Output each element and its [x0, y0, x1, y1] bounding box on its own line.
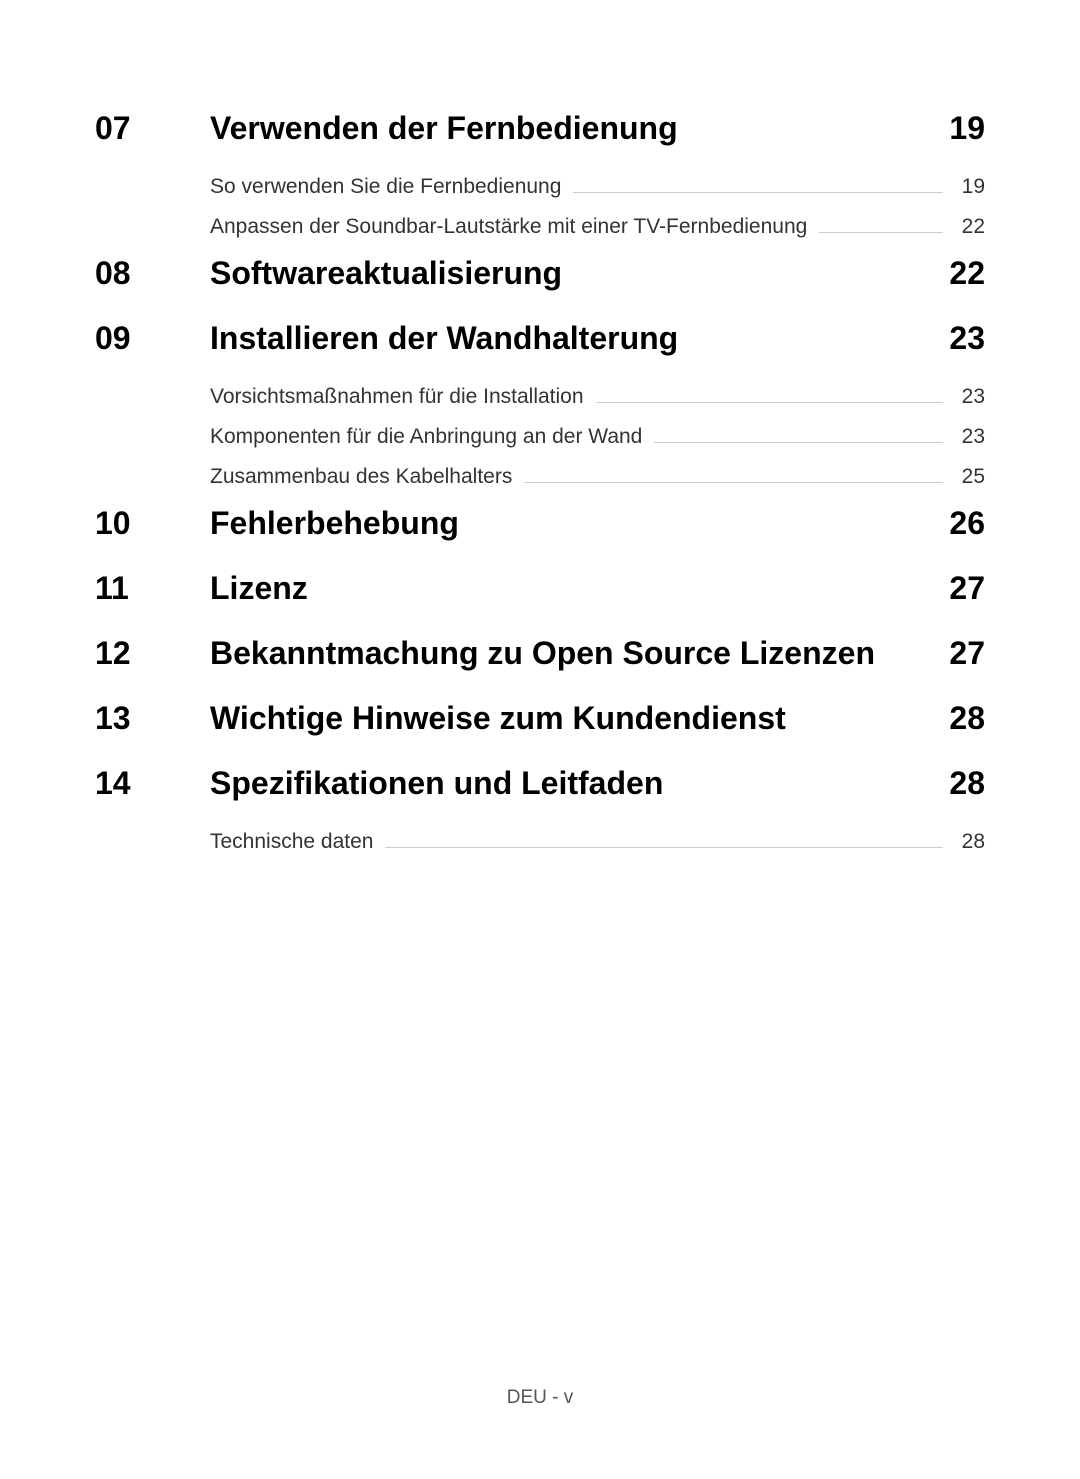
section-title: Fehlerbehebung — [210, 505, 949, 542]
section-page: 22 — [949, 255, 985, 292]
section-number: 08 — [95, 255, 210, 292]
sub-entry-title: Zusammenbau des Kabelhalters — [210, 465, 512, 489]
page-footer: DEU - v — [0, 1387, 1080, 1409]
section-page: 23 — [949, 320, 985, 357]
sub-entry-title: Technische daten — [210, 830, 373, 854]
toc-section: 08 Softwareaktualisierung 22 — [95, 255, 985, 292]
section-page: 28 — [949, 700, 985, 737]
toc-section-header[interactable]: 09 Installieren der Wandhalterung 23 — [95, 320, 985, 357]
section-number: 07 — [95, 110, 210, 147]
section-title: Installieren der Wandhalterung — [210, 320, 949, 357]
toc-section: 12 Bekanntmachung zu Open Source Lizenze… — [95, 635, 985, 672]
toc-sub-entry[interactable]: Zusammenbau des Kabelhalters 25 — [210, 465, 985, 489]
leader-line — [819, 232, 943, 233]
sub-entry-page: 25 — [955, 465, 985, 489]
section-title: Verwenden der Fernbedienung — [210, 110, 949, 147]
leader-line — [596, 402, 943, 403]
toc-section-header[interactable]: 08 Softwareaktualisierung 22 — [95, 255, 985, 292]
leader-line — [385, 847, 943, 848]
section-page: 19 — [949, 110, 985, 147]
toc-section: 09 Installieren der Wandhalterung 23 Vor… — [95, 320, 985, 489]
sub-entry-title: Komponenten für die Anbringung an der Wa… — [210, 425, 642, 449]
toc-sub-entry[interactable]: So verwenden Sie die Fernbedienung 19 — [210, 175, 985, 199]
toc-sub-entry[interactable]: Komponenten für die Anbringung an der Wa… — [210, 425, 985, 449]
sub-entry-title: Vorsichtsmaßnahmen für die Installation — [210, 385, 584, 409]
toc-section-header[interactable]: 12 Bekanntmachung zu Open Source Lizenze… — [95, 635, 985, 672]
leader-line — [524, 482, 943, 483]
section-number: 13 — [95, 700, 210, 737]
section-title: Softwareaktualisierung — [210, 255, 949, 292]
section-title: Wichtige Hinweise zum Kundendienst — [210, 700, 949, 737]
section-page: 27 — [949, 635, 985, 672]
sub-entry-page: 19 — [955, 175, 985, 199]
sub-entry-title: Anpassen der Soundbar-Lautstärke mit ein… — [210, 215, 807, 239]
toc-section-header[interactable]: 10 Fehlerbehebung 26 — [95, 505, 985, 542]
sub-entry-title: So verwenden Sie die Fernbedienung — [210, 175, 561, 199]
section-title: Spezifikationen und Leitfaden — [210, 765, 949, 802]
toc-sub-entry[interactable]: Anpassen der Soundbar-Lautstärke mit ein… — [210, 215, 985, 239]
section-title: Bekanntmachung zu Open Source Lizenzen — [210, 635, 949, 672]
sub-entry-page: 23 — [955, 425, 985, 449]
toc-section: 07 Verwenden der Fernbedienung 19 So ver… — [95, 110, 985, 239]
toc-section-header[interactable]: 14 Spezifikationen und Leitfaden 28 — [95, 765, 985, 802]
toc-section-header[interactable]: 13 Wichtige Hinweise zum Kundendienst 28 — [95, 700, 985, 737]
section-page: 27 — [949, 570, 985, 607]
sub-entry-page: 23 — [955, 385, 985, 409]
toc-section-header[interactable]: 11 Lizenz 27 — [95, 570, 985, 607]
section-number: 14 — [95, 765, 210, 802]
toc-sub-entry[interactable]: Technische daten 28 — [210, 830, 985, 854]
leader-line — [573, 192, 943, 193]
section-number: 12 — [95, 635, 210, 672]
toc-sub-entry[interactable]: Vorsichtsmaßnahmen für die Installation … — [210, 385, 985, 409]
toc-section: 14 Spezifikationen und Leitfaden 28 Tech… — [95, 765, 985, 854]
section-number: 09 — [95, 320, 210, 357]
section-page: 26 — [949, 505, 985, 542]
toc-section: 11 Lizenz 27 — [95, 570, 985, 607]
toc-section: 13 Wichtige Hinweise zum Kundendienst 28 — [95, 700, 985, 737]
section-page: 28 — [949, 765, 985, 802]
toc-content: 07 Verwenden der Fernbedienung 19 So ver… — [0, 0, 1080, 854]
leader-line — [654, 442, 943, 443]
section-title: Lizenz — [210, 570, 949, 607]
sub-entry-page: 28 — [955, 830, 985, 854]
toc-section-header[interactable]: 07 Verwenden der Fernbedienung 19 — [95, 110, 985, 147]
section-number: 11 — [95, 570, 210, 607]
toc-section: 10 Fehlerbehebung 26 — [95, 505, 985, 542]
sub-entry-page: 22 — [955, 215, 985, 239]
section-number: 10 — [95, 505, 210, 542]
